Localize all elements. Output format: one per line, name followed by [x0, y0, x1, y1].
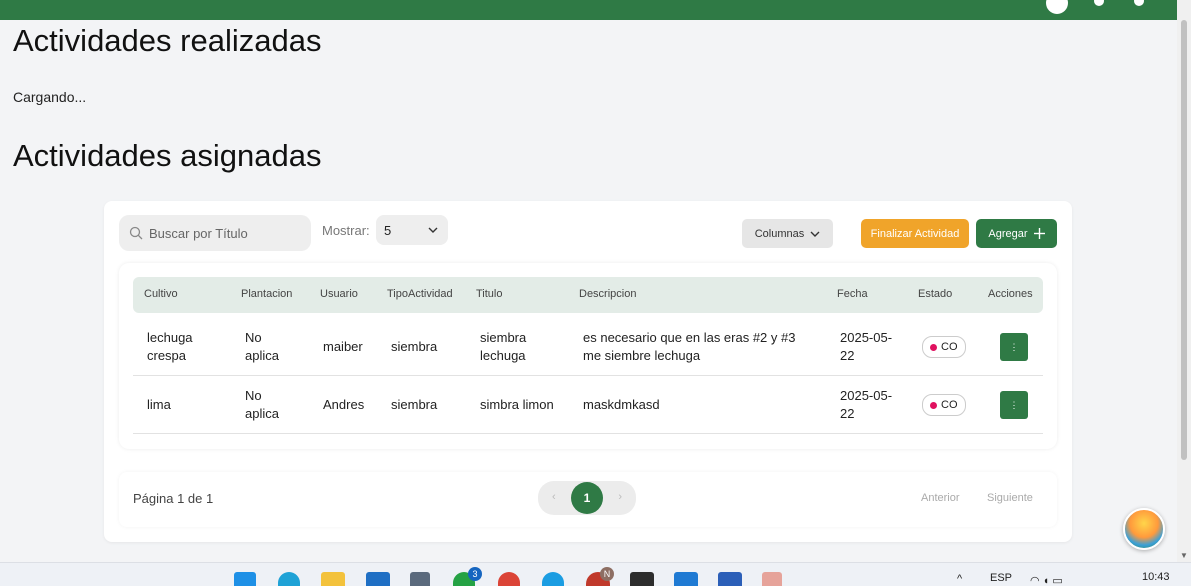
cell-cultivo: lechuga crespa — [147, 330, 193, 363]
header-fecha[interactable]: Fecha — [837, 288, 868, 300]
office-icon[interactable] — [762, 572, 782, 586]
chrome-profile-badge: N — [600, 567, 614, 581]
windows-taskbar: 3 N ^ ESP ◠ ◖ ▭ 10:43 — [0, 562, 1191, 586]
done-activities-title: Actividades realizadas — [13, 23, 322, 58]
edge-icon[interactable] — [542, 572, 564, 586]
scroll-down-arrow-icon[interactable]: ▼ — [1180, 551, 1188, 560]
status-dot-icon — [930, 401, 937, 409]
page-1-button[interactable]: 1 — [571, 482, 603, 514]
cell-usuario: Andres — [323, 397, 365, 412]
edge-copilot-icon[interactable] — [278, 572, 300, 586]
network-volume-icon[interactable]: ◠ ◖ ▭ — [1030, 574, 1063, 586]
settings-icon[interactable] — [1094, 0, 1104, 6]
header-acciones: Acciones — [988, 288, 1033, 300]
store-icon[interactable] — [366, 572, 390, 586]
header-titulo[interactable]: Titulo — [476, 288, 503, 300]
cell-fecha: 2025-05-22 — [840, 330, 893, 363]
table-row: lechuga crespa No aplica maiber siembra … — [133, 318, 1043, 376]
cell-fecha: 2025-05-22 — [840, 388, 893, 421]
cell-descripcion: es necesario que en las eras #2 y #3 me … — [583, 330, 796, 363]
vscode-icon[interactable] — [674, 572, 698, 586]
file-explorer-icon[interactable] — [321, 572, 345, 586]
calculator-icon[interactable] — [410, 572, 430, 586]
cell-plantacion: No aplica — [245, 330, 279, 363]
word-icon[interactable] — [718, 572, 742, 586]
header-cultivo[interactable]: Cultivo — [144, 288, 178, 300]
page-info: Página 1 de 1 — [133, 491, 214, 506]
header-descripcion[interactable]: Descripcion — [579, 288, 636, 300]
search-input[interactable] — [149, 225, 299, 241]
clock-time[interactable]: 10:43 — [1142, 571, 1170, 583]
status-text: CO — [941, 399, 958, 411]
status-dot-icon — [930, 343, 937, 351]
chevron-right-icon[interactable]: › — [618, 491, 622, 503]
show-hidden-icons-icon[interactable]: ^ — [957, 573, 962, 585]
whatsapp-badge: 3 — [468, 567, 482, 581]
cell-acciones: ⋮ — [1000, 318, 1028, 376]
activities-card: Mostrar: 5 Columnas Finalizar Actividad … — [104, 201, 1072, 542]
header-estado[interactable]: Estado — [918, 288, 952, 300]
cell-tipo: siembra — [391, 339, 438, 354]
plus-icon — [1033, 228, 1045, 239]
cell-plantacion: No aplica — [245, 388, 279, 421]
language-indicator[interactable]: ESP — [990, 572, 1012, 584]
pager: ‹ 1 › — [538, 481, 636, 515]
cell-acciones: ⋮ — [1000, 376, 1028, 434]
assistant-avatar-button[interactable] — [1123, 508, 1165, 550]
header-plantacion[interactable]: Plantacion — [241, 288, 292, 300]
chevron-down-icon — [428, 227, 438, 233]
columns-button[interactable]: Columnas — [742, 219, 833, 248]
show-label: Mostrar: — [322, 223, 370, 238]
table-header: Cultivo Plantacion Usuario TipoActividad… — [133, 277, 1043, 313]
cell-descripcion: maskdmkasd — [583, 397, 660, 412]
page-scrollbar[interactable]: ▼ — [1177, 0, 1191, 562]
finish-activity-button[interactable]: Finalizar Actividad — [861, 219, 969, 248]
windows-start-icon[interactable] — [234, 572, 256, 586]
terminal-icon[interactable] — [630, 572, 654, 586]
status-badge: CO — [922, 336, 966, 358]
table-row: lima No aplica Andres siembra simbra lim… — [133, 376, 1043, 434]
cell-titulo: siembra lechuga — [480, 330, 527, 363]
user-avatar[interactable] — [1046, 0, 1068, 14]
page-size-value: 5 — [384, 222, 392, 238]
actions-menu-button[interactable]: ⋮ — [1000, 333, 1028, 361]
status-badge: CO — [922, 394, 966, 416]
cell-estado: CO — [922, 376, 966, 434]
notification-icon[interactable] — [1134, 0, 1144, 6]
search-box[interactable] — [119, 215, 311, 251]
search-icon — [129, 226, 143, 240]
scrollbar-thumb[interactable] — [1181, 20, 1187, 460]
more-vertical-icon: ⋮ — [1009, 342, 1019, 352]
status-text: CO — [941, 341, 958, 353]
cell-titulo: simbra limon — [480, 397, 554, 412]
header-usuario[interactable]: Usuario — [320, 288, 358, 300]
next-page-button[interactable]: Siguiente — [987, 492, 1033, 504]
cell-estado: CO — [922, 318, 966, 376]
more-vertical-icon: ⋮ — [1009, 400, 1019, 410]
add-label: Agregar — [988, 227, 1028, 240]
add-button[interactable]: Agregar — [976, 219, 1057, 248]
chrome-icon[interactable] — [498, 572, 520, 586]
columns-label: Columnas — [754, 227, 805, 240]
loading-text: Cargando... — [13, 89, 87, 105]
previous-page-button[interactable]: Anterior — [921, 492, 960, 504]
cell-usuario: maiber — [323, 339, 363, 354]
assigned-activities-title: Actividades asignadas — [13, 138, 322, 173]
chevron-left-icon[interactable]: ‹ — [552, 491, 556, 503]
actions-menu-button[interactable]: ⋮ — [1000, 391, 1028, 419]
cell-tipo: siembra — [391, 397, 438, 412]
activities-table: Cultivo Plantacion Usuario TipoActividad… — [119, 263, 1057, 449]
top-navbar — [0, 0, 1177, 20]
page-size-select[interactable]: 5 — [376, 215, 448, 245]
chevron-down-icon — [810, 231, 820, 237]
pagination-bar: Página 1 de 1 ‹ 1 › Anterior Siguiente — [119, 472, 1057, 527]
header-tipoactividad[interactable]: TipoActividad — [387, 288, 453, 300]
cell-cultivo: lima — [147, 397, 171, 412]
